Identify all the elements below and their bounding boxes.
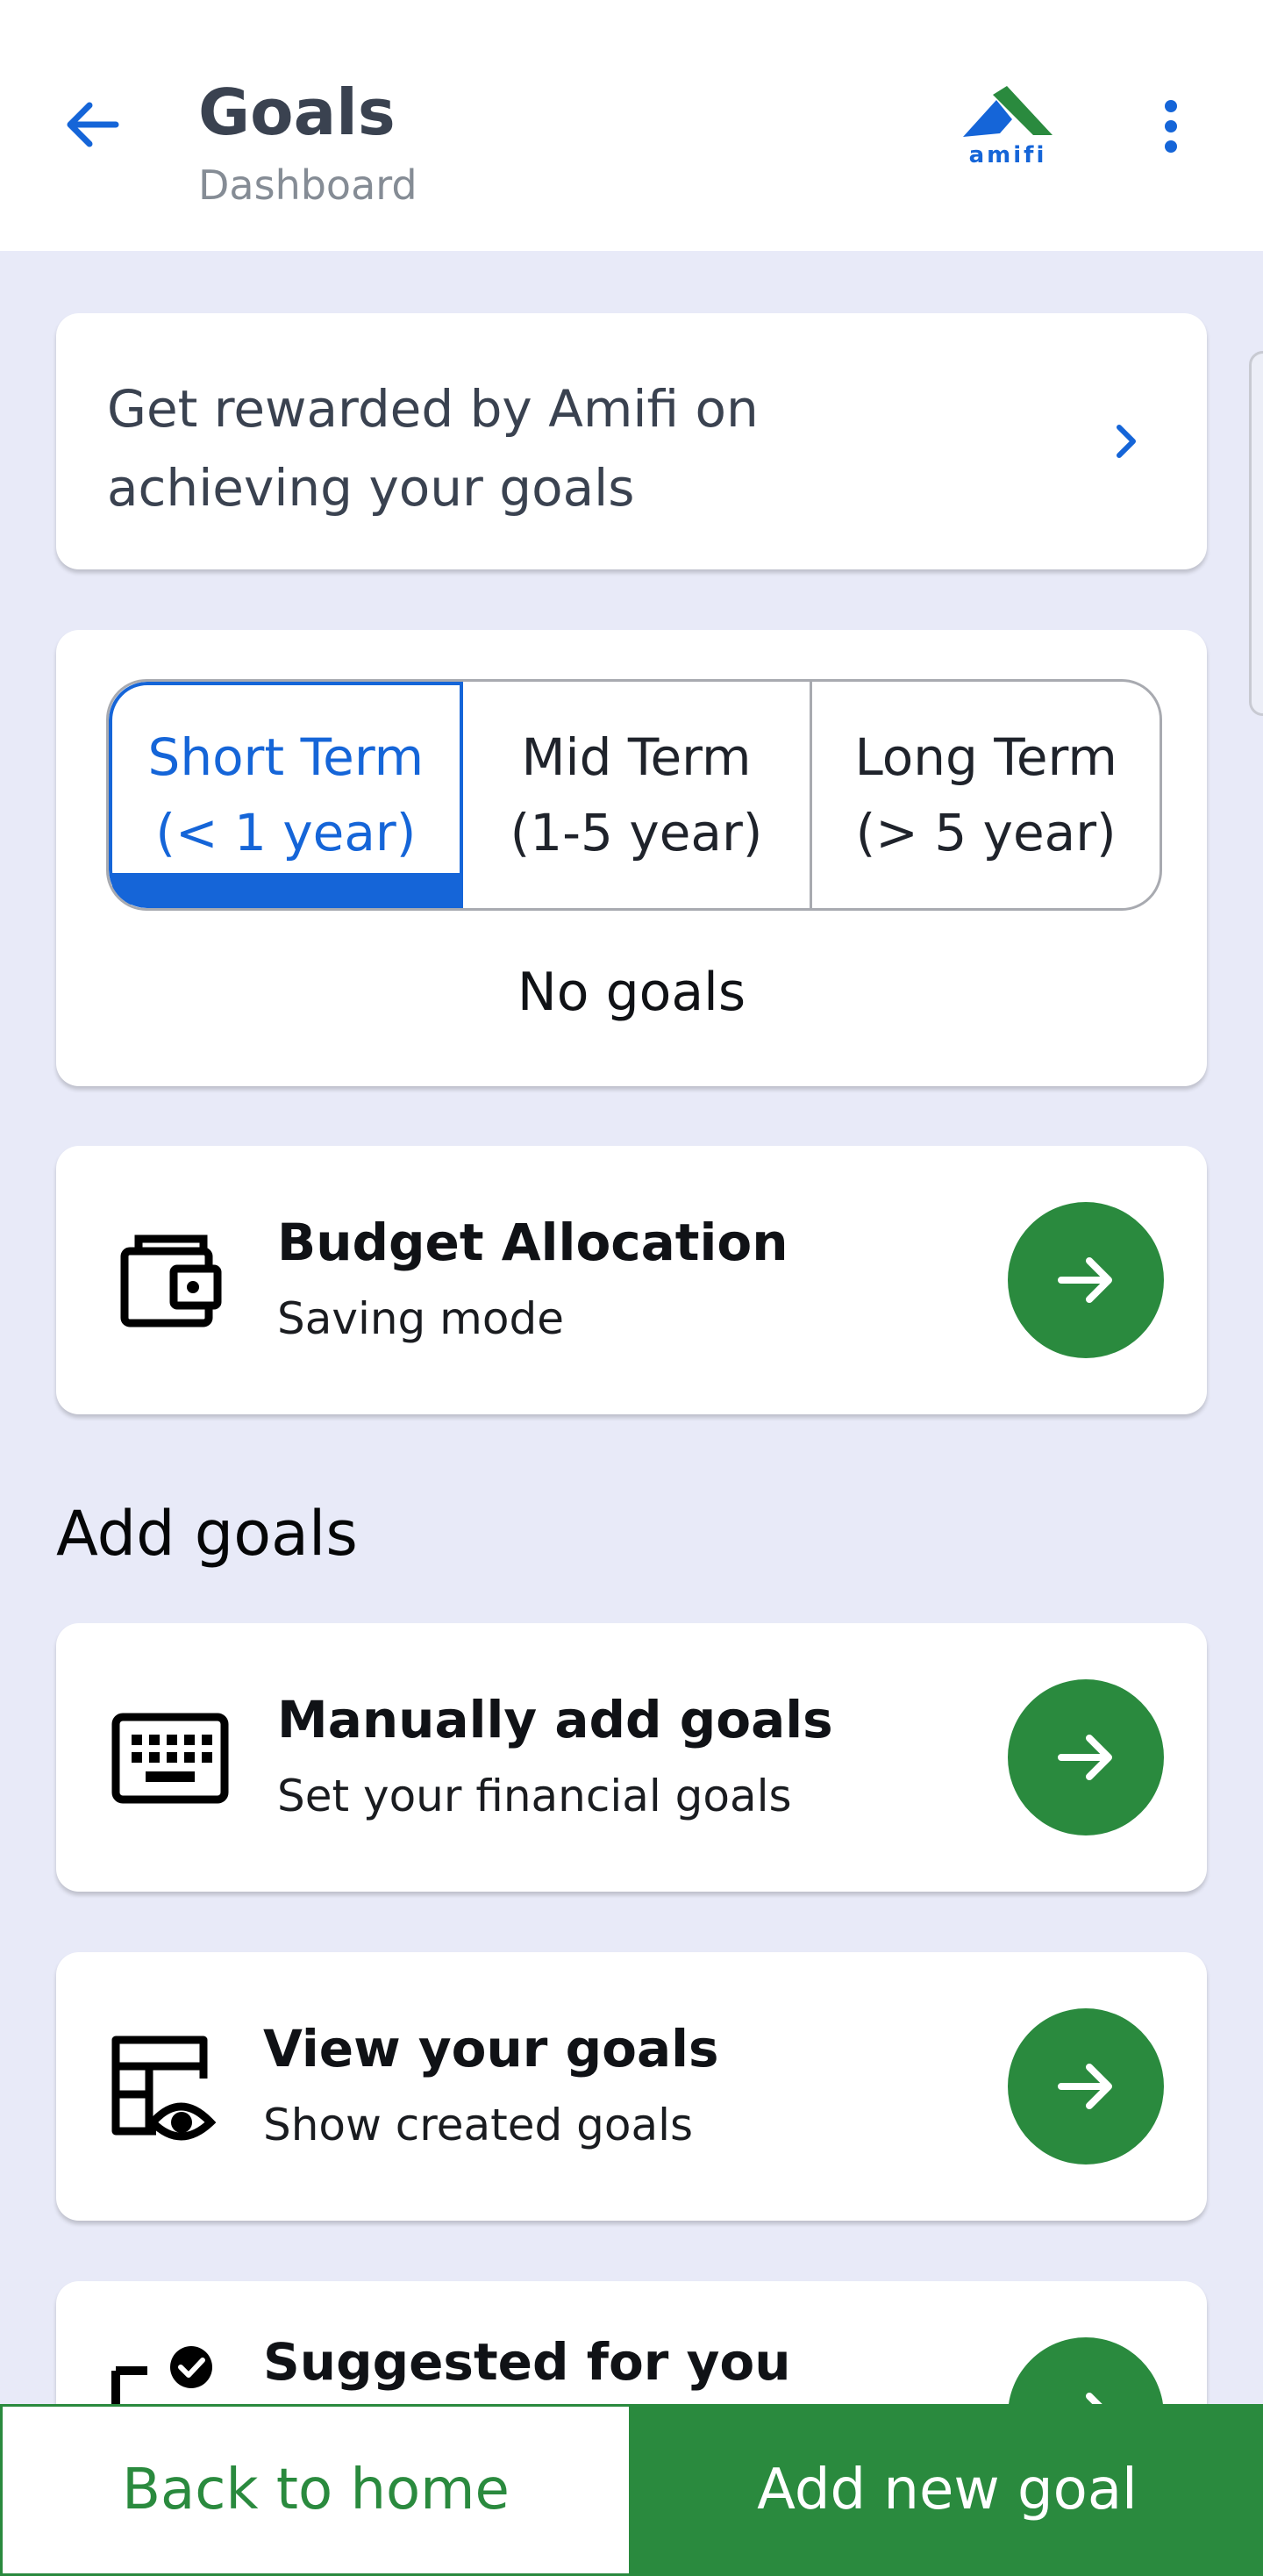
tab-mid-term[interactable]: Mid Term (1-5 year) bbox=[463, 682, 813, 908]
budget-subtitle: Saving mode bbox=[277, 1293, 564, 1344]
amifi-logo: amifi bbox=[961, 84, 1054, 168]
add-new-goal-button[interactable]: Add new goal bbox=[632, 2404, 1263, 2576]
budget-go-button[interactable] bbox=[1008, 1202, 1164, 1358]
suggested-title: Suggested for you bbox=[263, 2332, 791, 2392]
budget-allocation-card[interactable]: Budget Allocation Saving mode bbox=[56, 1146, 1207, 1414]
tab-long-term[interactable]: Long Term (> 5 year) bbox=[812, 682, 1160, 908]
empty-state-text: No goals bbox=[517, 962, 746, 1023]
view-goals-subtitle: Show created goals bbox=[263, 2100, 694, 2150]
manual-goals-go-button[interactable] bbox=[1008, 1679, 1164, 1835]
bottom-action-bar: Back to home Add new goal bbox=[0, 2404, 1263, 2576]
view-goals-title: View your goals bbox=[263, 2019, 719, 2079]
keyboard-icon bbox=[111, 1699, 230, 1818]
logo-text: amifi bbox=[968, 142, 1047, 168]
chevron-right-icon bbox=[1117, 425, 1136, 458]
more-vertical-icon bbox=[1165, 100, 1177, 112]
more-vertical-icon-dot bbox=[1165, 120, 1177, 132]
view-table-icon bbox=[103, 2028, 223, 2147]
reward-banner-text: Get rewarded by Amifi on achieving your … bbox=[107, 379, 759, 518]
view-goals-card[interactable]: View your goals Show created goals bbox=[56, 1952, 1207, 2221]
tab-mid-term-label: Mid Term (1-5 year) bbox=[510, 727, 763, 862]
page-title: Goals bbox=[198, 75, 396, 149]
arrow-right-icon bbox=[1058, 2064, 1112, 2109]
arrow-left-icon bbox=[67, 102, 119, 147]
page-subtitle: Dashboard bbox=[198, 161, 417, 209]
term-goals-card: Short Term (< 1 year) Mid Term (1-5 year… bbox=[56, 630, 1207, 1086]
manually-add-goals-card[interactable]: Manually add goals Set your financial go… bbox=[56, 1623, 1207, 1892]
tab-short-term-label: Short Term (< 1 year) bbox=[147, 727, 425, 862]
budget-title: Budget Allocation bbox=[277, 1213, 788, 1272]
add-goals-heading: Add goals bbox=[56, 1498, 358, 1570]
manual-goals-subtitle: Set your financial goals bbox=[277, 1771, 792, 1821]
more-vertical-icon-dot bbox=[1165, 140, 1177, 153]
view-goals-go-button[interactable] bbox=[1008, 2008, 1164, 2165]
back-button[interactable] bbox=[51, 84, 132, 165]
back-to-home-button[interactable]: Back to home bbox=[0, 2404, 632, 2576]
app-header: Goals Dashboard amifi bbox=[0, 0, 1263, 251]
amifi-logo-icon bbox=[963, 86, 1052, 137]
tab-short-term[interactable]: Short Term (< 1 year) bbox=[109, 682, 463, 908]
arrow-right-icon bbox=[1058, 1735, 1112, 1780]
arrow-right-icon bbox=[1058, 1257, 1112, 1303]
tab-selected-indicator bbox=[112, 873, 460, 905]
reward-banner-card[interactable]: Get rewarded by Amifi on achieving your … bbox=[56, 313, 1207, 569]
term-segmented-control: Short Term (< 1 year) Mid Term (1-5 year… bbox=[106, 679, 1162, 911]
tab-long-term-label: Long Term (> 5 year) bbox=[854, 727, 1117, 862]
next-card-edge bbox=[1249, 351, 1263, 716]
more-options-button[interactable] bbox=[1140, 89, 1202, 163]
wallet-icon bbox=[111, 1221, 230, 1341]
manual-goals-title: Manually add goals bbox=[277, 1690, 833, 1750]
